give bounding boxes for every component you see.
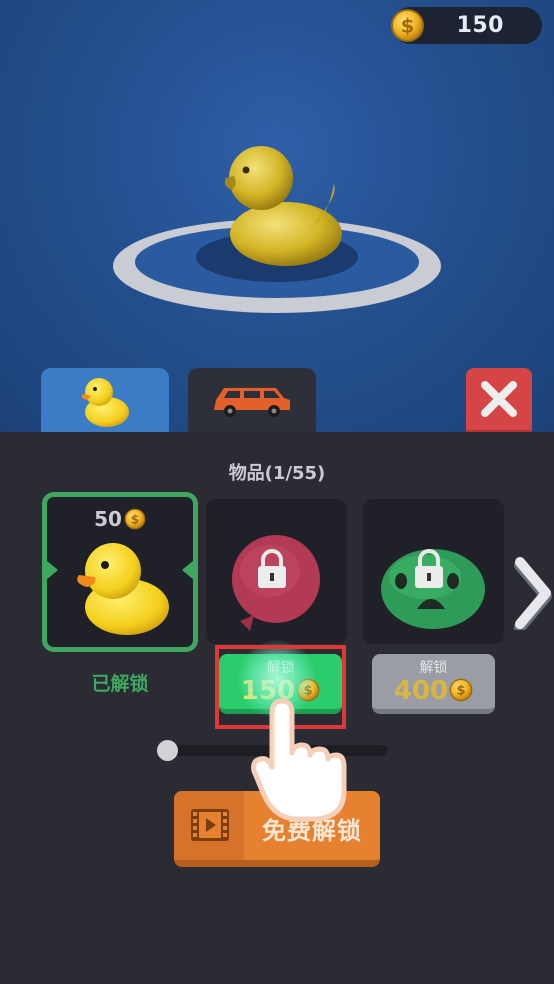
selection-marker-right	[182, 560, 194, 580]
rubber-duck-item	[77, 543, 169, 635]
video-icon-panel	[174, 791, 244, 860]
coin-icon: $	[124, 508, 146, 530]
lock-icon	[258, 549, 286, 588]
panel-title: 物品(1/55)	[228, 463, 326, 484]
tab-suv-car[interactable]	[188, 368, 316, 434]
close-icon	[481, 381, 517, 417]
selection-marker-left	[46, 560, 58, 580]
unlock-price: 400 $	[372, 676, 495, 706]
lock-icon	[415, 549, 443, 588]
unlock-label: 解锁	[419, 660, 448, 676]
chevron-right-icon[interactable]	[512, 556, 554, 630]
coin-icon: $	[390, 8, 425, 43]
rubber-duck-icon	[81, 378, 129, 427]
coin-icon: $	[449, 678, 473, 702]
coin-amount: 150	[456, 13, 504, 38]
coin-counter: $ 150	[390, 7, 542, 44]
item-card-pink-slime[interactable]	[206, 499, 347, 644]
unlocked-status: 已解锁	[91, 673, 149, 695]
video-film-icon	[191, 809, 229, 841]
suv-car-icon	[214, 385, 290, 417]
tutorial-hand-icon	[251, 698, 347, 822]
tab-rubber-duck[interactable]	[41, 368, 169, 434]
page-scroll-knob[interactable]	[157, 740, 178, 761]
svg-text:$: $	[401, 14, 415, 37]
item-price: 50 $	[47, 507, 193, 531]
close-button[interactable]	[466, 368, 532, 434]
golden-duck-preview[interactable]	[216, 136, 346, 271]
item-card-green-slime[interactable]	[363, 499, 504, 644]
item-card-duck[interactable]: 50 $	[42, 492, 198, 652]
unlock-button-400[interactable]: 解锁 400 $	[372, 654, 495, 714]
svg-text:$: $	[457, 684, 466, 699]
svg-text:$: $	[131, 512, 140, 526]
